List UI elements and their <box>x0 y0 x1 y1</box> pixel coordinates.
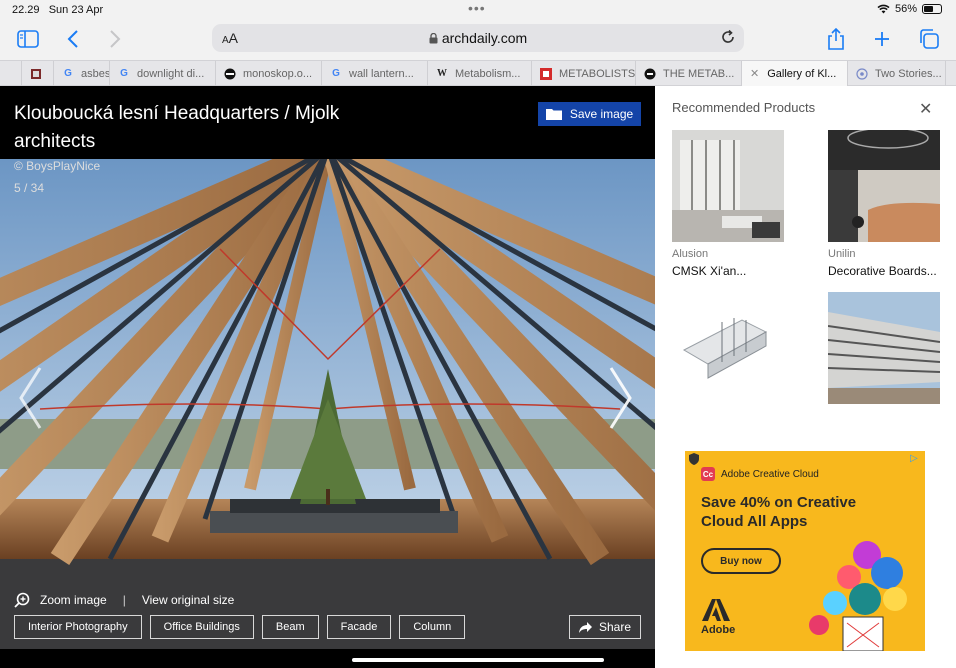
product-card-2[interactable]: Unilin Decorative Boards... <box>828 130 940 278</box>
tab-6[interactable]: METABOLISTS <box>532 61 636 86</box>
ad-choices-icon[interactable]: ▷ <box>910 453 922 465</box>
ad-balloons-illustration <box>809 541 907 651</box>
tab-5[interactable]: W Metabolism... <box>428 61 532 86</box>
view-original-size-link[interactable]: View original size <box>142 593 235 607</box>
folder-icon <box>545 109 562 120</box>
recommended-products-heading: Recommended Products <box>672 100 816 115</box>
close-panel-icon[interactable]: ✕ <box>919 99 932 119</box>
product-card-3[interactable] <box>672 292 784 404</box>
tab-bar: Gasbest Gdownlight di... monoskop.o... G… <box>0 60 956 86</box>
zoom-icon[interactable] <box>14 592 30 608</box>
link-separator: | <box>122 593 126 607</box>
ad-brand: Adobe Creative Cloud <box>721 468 819 480</box>
product-brand: Unilin <box>828 248 856 260</box>
tag-interior-photography[interactable]: Interior Photography <box>14 615 142 639</box>
creative-cloud-icon: Cc <box>701 467 715 481</box>
photo-credit: © BoysPlayNice <box>14 159 101 173</box>
monoskop-icon <box>224 68 236 80</box>
product-image <box>672 130 784 242</box>
close-tab-icon[interactable]: ✕ <box>750 67 759 80</box>
tab-0[interactable] <box>22 61 54 86</box>
status-time: 22.29 Sun 23 Apr <box>12 4 104 16</box>
browser-toolbar: AAAA archdaily.com <box>0 20 956 60</box>
gallery-title: Klouboucká lesní Headquarters / Mjolk ar… <box>14 103 340 152</box>
forward-icon[interactable] <box>101 26 129 52</box>
wikipedia-icon: W <box>437 68 447 79</box>
gallery-photo[interactable] <box>0 159 655 649</box>
share-button[interactable]: Share <box>569 615 641 639</box>
sidebar-icon[interactable] <box>14 26 42 52</box>
adobe-logo-text: Adobe <box>701 624 736 636</box>
address-bar[interactable]: AAAA archdaily.com <box>212 24 744 52</box>
image-counter: 5 / 34 <box>14 181 45 195</box>
dark-circle-icon <box>644 68 656 80</box>
product-image <box>828 130 940 242</box>
save-image-button[interactable]: Save image <box>538 102 641 126</box>
next-image-arrow[interactable] <box>609 366 633 441</box>
home-indicator[interactable] <box>352 658 604 662</box>
ad-buy-now-button[interactable]: Buy now <box>701 548 781 574</box>
recommended-products-panel: Recommended Products ✕ Alusion CMSK Xi'a… <box>655 86 956 668</box>
status-right: 56% <box>877 3 942 15</box>
adobe-ad-banner[interactable]: ▷ Cc Adobe Creative Cloud Save 40% on Cr… <box>685 451 925 651</box>
tab-7[interactable]: THE METAB... <box>636 61 742 86</box>
tab-leading-edge <box>0 61 22 86</box>
adobe-logo: Adobe <box>701 599 736 636</box>
google-icon: G <box>332 68 340 79</box>
save-image-label: Save image <box>569 107 634 121</box>
product-brand: Alusion <box>672 248 709 260</box>
zoom-row: Zoom image | View original size <box>14 592 234 608</box>
battery-level <box>924 6 933 12</box>
previous-image-arrow[interactable] <box>18 366 42 441</box>
tag-list: Interior Photography Office Buildings Be… <box>14 615 466 639</box>
ad-headline: Save 40% on Creative Cloud All Apps <box>701 494 857 530</box>
wifi-icon <box>877 4 890 14</box>
adobe-logo-icon <box>702 599 730 621</box>
tab-9[interactable]: Two Stories... <box>848 61 946 86</box>
google-icon: G <box>64 68 72 79</box>
product-name: Decorative Boards... <box>828 264 937 278</box>
red-square-icon <box>540 67 552 80</box>
tag-facade[interactable]: Facade <box>326 615 392 639</box>
tabs-overview-icon[interactable] <box>915 26 943 52</box>
tab-4[interactable]: Gwall lantern... <box>322 61 428 86</box>
screen: 22.29 Sun 23 Apr ••• 56% AAAA archdaily.… <box>0 0 956 668</box>
tag-office-buildings[interactable]: Office Buildings <box>149 615 254 639</box>
lock-icon <box>429 32 438 44</box>
tag-column[interactable]: Column <box>399 615 466 639</box>
product-card-1[interactable]: Alusion CMSK Xi'an... <box>672 130 784 278</box>
status-bar: 22.29 Sun 23 Apr ••• 56% <box>0 0 956 20</box>
tab-2[interactable]: Gdownlight di... <box>110 61 216 86</box>
url-host[interactable]: archdaily.com <box>212 30 744 46</box>
ad-brand-row: Cc Adobe Creative Cloud <box>701 467 819 481</box>
share-icon[interactable] <box>822 26 850 52</box>
zoom-image-link[interactable]: Zoom image <box>40 593 107 607</box>
share-label: Share <box>598 620 632 634</box>
product-image <box>672 292 784 404</box>
product-image <box>828 292 940 404</box>
tab-3[interactable]: monoskop.o... <box>216 61 322 86</box>
page-icon <box>856 67 868 80</box>
share-arrow-icon <box>578 621 592 633</box>
battery-icon <box>922 4 942 14</box>
multitasking-dots-icon[interactable]: ••• <box>468 0 486 16</box>
tab-1[interactable]: Gasbest <box>54 61 110 86</box>
gallery-viewer: Klouboucká lesní Headquarters / Mjolk ar… <box>0 86 655 668</box>
tag-beam[interactable]: Beam <box>261 615 319 639</box>
site-favicon-icon <box>30 68 42 80</box>
battery-percent: 56% <box>894 3 917 15</box>
back-icon[interactable] <box>59 26 87 52</box>
google-icon: G <box>120 68 128 79</box>
new-tab-icon[interactable] <box>868 26 896 52</box>
tab-8-active[interactable]: ✕ Gallery of Kl... <box>742 61 848 86</box>
product-name: CMSK Xi'an... <box>672 264 747 278</box>
product-card-4[interactable] <box>828 292 940 404</box>
ad-shield-icon <box>689 453 699 465</box>
reload-icon[interactable] <box>720 29 736 50</box>
